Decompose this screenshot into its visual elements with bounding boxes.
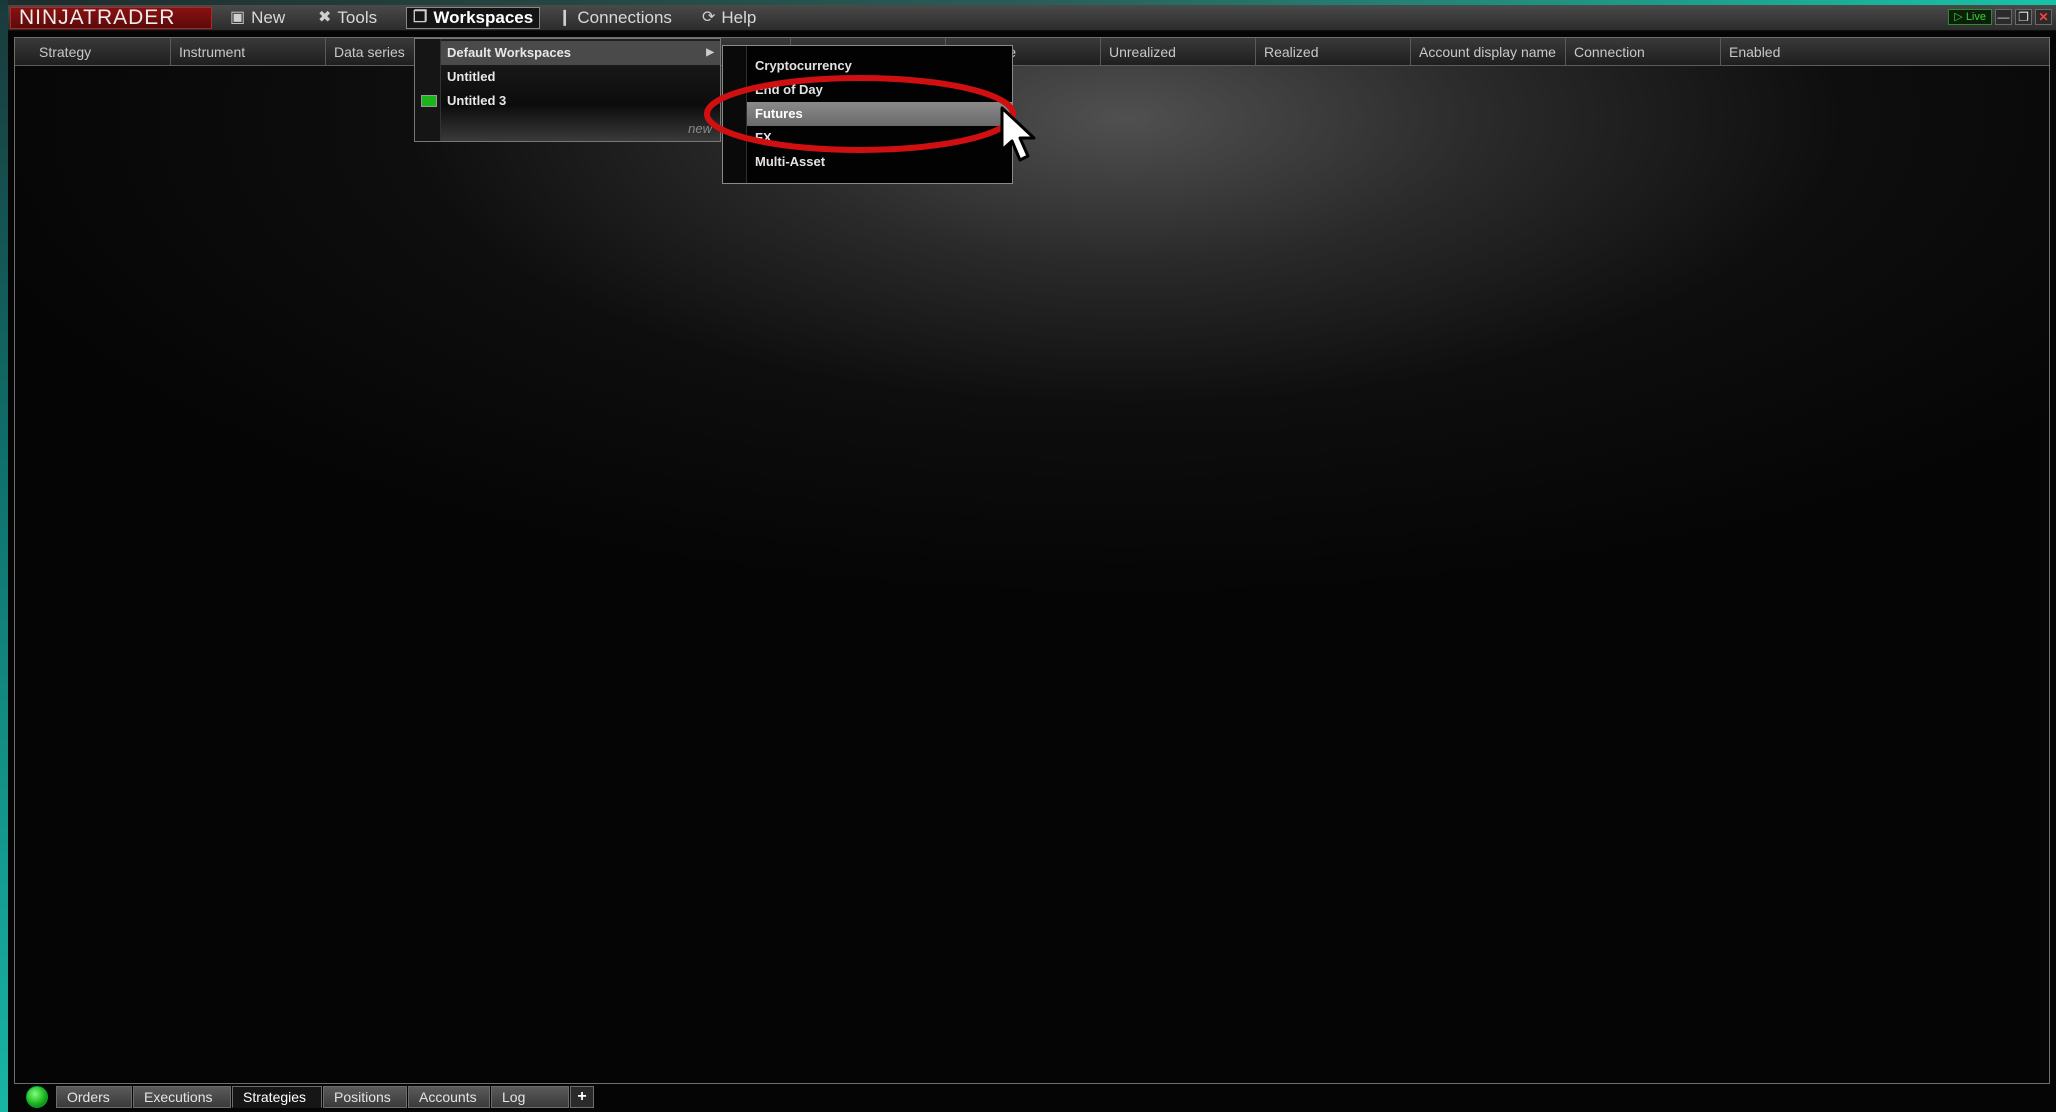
menu-item-label: Untitled: [447, 69, 496, 84]
column-header-account-display-name[interactable]: Account display name: [1411, 38, 1566, 66]
submenu-item-label: End of Day: [755, 82, 823, 97]
close-button[interactable]: ✕: [2035, 9, 2052, 25]
active-workspace-check-icon: [421, 95, 437, 107]
menu-item-untitled[interactable]: Untitled: [441, 65, 720, 89]
strategies-grid: Strategy Instrument Data series Avg. pri…: [14, 37, 2050, 1084]
tab-positions[interactable]: Positions: [323, 1086, 407, 1108]
live-badge: ▷ Live: [1948, 9, 1992, 25]
column-header-realized[interactable]: Realized: [1256, 38, 1411, 66]
minimize-button[interactable]: —: [1995, 9, 2012, 25]
submenu-item-cryptocurrency[interactable]: Cryptocurrency: [747, 54, 1012, 78]
submenu-item-end-of-day[interactable]: End of Day: [747, 78, 1012, 102]
submenu-item-label: Cryptocurrency: [755, 58, 852, 73]
menu-connections-label: Connections: [577, 8, 672, 27]
menu-new[interactable]: ▣ New: [230, 7, 285, 29]
menu-new-label: New: [251, 8, 286, 27]
menu-footer-new[interactable]: new: [688, 121, 712, 136]
restore-button[interactable]: ❐: [2015, 9, 2032, 25]
menu-item-untitled-3[interactable]: Untitled 3: [441, 89, 720, 113]
submenu-item-label: FX: [755, 130, 772, 145]
tab-accounts[interactable]: Accounts: [408, 1086, 490, 1108]
menu-gutter: [415, 39, 441, 141]
plug-icon: ❙: [558, 9, 572, 26]
submenu-arrow-icon: ▶: [706, 47, 714, 58]
column-header-unrealized[interactable]: Unrealized: [1101, 38, 1256, 66]
menu-item-label: Untitled 3: [447, 93, 507, 108]
live-badge-label: Live: [1965, 11, 1986, 23]
column-header-connection[interactable]: Connection: [1566, 38, 1721, 66]
workspaces-icon: ❐: [413, 9, 428, 26]
default-workspaces-submenu: Cryptocurrency End of Day Futures FX Mul…: [722, 45, 1013, 184]
add-tab-button[interactable]: +: [570, 1086, 594, 1108]
submenu-item-label: Multi-Asset: [755, 154, 826, 169]
tab-orders[interactable]: Orders: [56, 1086, 132, 1108]
column-header-strategy[interactable]: Strategy: [15, 38, 171, 66]
menu-item-default-workspaces[interactable]: Default Workspaces ▶: [441, 41, 720, 65]
menu-gutter: [723, 46, 747, 183]
grid-header: Strategy Instrument Data series Avg. pri…: [15, 38, 2049, 66]
connection-status-icon[interactable]: [26, 1086, 48, 1108]
new-window-icon: ▣: [230, 9, 246, 26]
menu-connections[interactable]: ❙ Connections: [558, 7, 672, 29]
menu-help-label: Help: [721, 8, 757, 27]
menu-help[interactable]: ⟳ Help: [702, 7, 756, 29]
submenu-item-fx[interactable]: FX: [747, 126, 1012, 150]
menu-tools[interactable]: ✖ Tools: [318, 7, 377, 29]
menu-workspaces-label: Workspaces: [433, 8, 534, 27]
tab-strategies[interactable]: Strategies: [232, 1086, 322, 1108]
tab-executions[interactable]: Executions: [133, 1086, 231, 1108]
menu-workspaces[interactable]: ❐ Workspaces: [406, 7, 541, 29]
bottom-tab-bar: Orders Executions Strategies Positions A…: [14, 1085, 594, 1109]
column-header-instrument[interactable]: Instrument: [171, 38, 326, 66]
help-icon: ⟳: [702, 9, 716, 26]
workspaces-dropdown: Default Workspaces ▶ Untitled Untitled 3…: [414, 38, 721, 142]
tab-log[interactable]: Log: [491, 1086, 569, 1108]
submenu-item-futures[interactable]: Futures: [747, 102, 1012, 126]
submenu-item-label: Futures: [755, 106, 803, 121]
menu-item-label: Default Workspaces: [447, 45, 572, 60]
submenu-item-multi-asset[interactable]: Multi-Asset: [747, 150, 1012, 174]
tools-icon: ✖: [318, 9, 332, 26]
window-controls: ▷ Live — ❐ ✕: [1948, 9, 2052, 25]
column-header-enabled[interactable]: Enabled: [1721, 38, 1874, 66]
ninjatrader-logo: NINJATRADER: [10, 7, 212, 29]
desktop-edge-left: [0, 0, 8, 1112]
menu-tools-label: Tools: [337, 8, 378, 27]
control-center-window: NINJATRADER ▣ New ✖ Tools ❐ Workspaces ❙…: [8, 5, 2056, 1112]
menu-bar: NINJATRADER ▣ New ✖ Tools ❐ Workspaces ❙…: [8, 5, 2056, 31]
